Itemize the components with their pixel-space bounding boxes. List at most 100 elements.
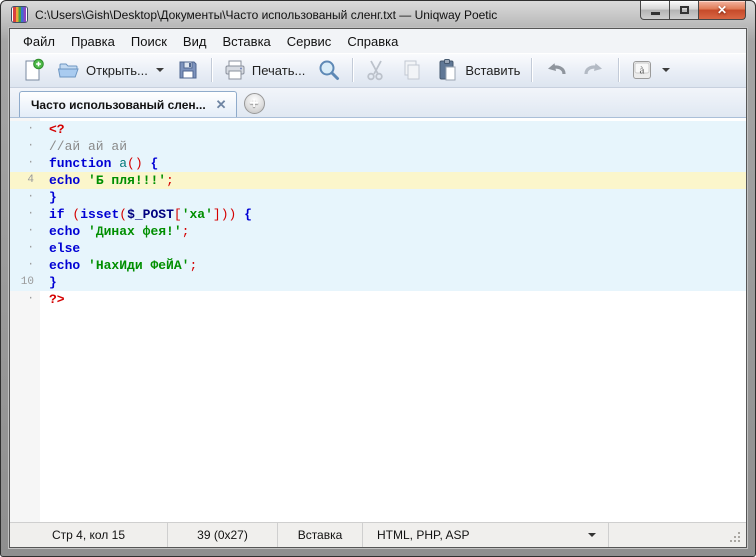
code-line-1[interactable]: ·<? — [10, 121, 746, 138]
code-line-4[interactable]: 4echo 'Б пля!!!'; — [10, 172, 746, 189]
menu-item-2[interactable]: Правка — [63, 31, 123, 52]
char-encoding-button[interactable]: à — [625, 55, 675, 85]
code-text: echo 'Динах фея!'; — [40, 223, 189, 240]
gutter-marker: · — [10, 189, 40, 206]
code-line-9[interactable]: ·echo 'НахИди ФеЙА'; — [10, 257, 746, 274]
gutter-marker: · — [10, 138, 40, 155]
redo-button[interactable] — [576, 55, 612, 85]
cut-button[interactable] — [359, 55, 393, 85]
minimize-icon — [651, 12, 660, 15]
tab-close-icon[interactable]: ✕ — [216, 98, 227, 111]
open-button-label: Открыть... — [86, 63, 148, 78]
code-line-2[interactable]: ·//ай ай ай — [10, 138, 746, 155]
code-text: ?> — [40, 291, 65, 308]
code-text: } — [40, 189, 57, 206]
code-line-5[interactable]: ·} — [10, 189, 746, 206]
syntax-dropdown-arrow-icon — [588, 533, 596, 537]
toolbar: Открыть... Печать... Вс — [10, 53, 746, 88]
code-line-6[interactable]: ·if (isset($_POST['ха'])) { — [10, 206, 746, 223]
status-syntax-label: HTML, PHP, ASP — [377, 528, 469, 542]
code-area: ·<?·//ай ай ай·function a() {4echo 'Б пл… — [10, 121, 746, 308]
menu-item-6[interactable]: Сервис — [279, 31, 340, 52]
char-encoding-dropdown-arrow-icon — [662, 68, 670, 72]
search-button[interactable] — [312, 55, 346, 85]
open-dropdown-arrow-icon — [156, 68, 164, 72]
gutter-marker: · — [10, 240, 40, 257]
status-char-code: 39 (0x27) — [168, 523, 278, 547]
tab-document[interactable]: Часто использованый слен... ✕ — [19, 91, 237, 117]
print-button-label: Печать... — [252, 63, 305, 78]
close-icon: ✕ — [717, 4, 727, 16]
code-line-11[interactable]: ·?> — [10, 291, 746, 308]
close-button[interactable]: ✕ — [698, 1, 746, 20]
toolbar-separator — [211, 58, 212, 82]
paste-button[interactable]: Вставить — [431, 55, 525, 85]
code-text: echo 'НахИди ФеЙА'; — [40, 257, 197, 274]
code-line-7[interactable]: ·echo 'Динах фея!'; — [10, 223, 746, 240]
new-document-button[interactable] — [16, 55, 50, 85]
status-syntax-selector[interactable]: HTML, PHP, ASP — [363, 523, 609, 547]
gutter-marker: · — [10, 291, 40, 308]
code-text: } — [40, 274, 57, 291]
window-content: ФайлПравкаПоискВидВставкаСервисСправка О… — [9, 28, 747, 548]
redo-icon — [581, 58, 607, 82]
maximize-icon — [680, 6, 689, 14]
code-text: if (isset($_POST['ха'])) { — [40, 206, 252, 223]
copy-button[interactable] — [395, 55, 429, 85]
tab-label: Часто использованый слен... — [31, 98, 206, 112]
print-button[interactable]: Печать... — [218, 55, 310, 85]
window-controls: ✕ — [640, 1, 746, 20]
svg-text:à: à — [640, 65, 645, 77]
menu-item-1[interactable]: Файл — [15, 31, 63, 52]
menu-item-3[interactable]: Поиск — [123, 31, 175, 52]
paste-button-label: Вставить — [465, 63, 520, 78]
menu-item-4[interactable]: Вид — [175, 31, 215, 52]
window-title: C:\Users\Gish\Desktop\Документы\Часто ис… — [35, 8, 497, 22]
gutter-marker: · — [10, 257, 40, 274]
toolbar-separator — [531, 58, 532, 82]
new-tab-button[interactable]: + — [244, 93, 265, 114]
menu-item-5[interactable]: Вставка — [214, 31, 278, 52]
maximize-button[interactable] — [670, 1, 698, 20]
undo-icon — [543, 58, 569, 82]
save-button[interactable] — [171, 55, 205, 85]
code-text: function a() { — [40, 155, 158, 172]
gutter-marker: · — [10, 155, 40, 172]
char-encoding-icon: à — [630, 58, 654, 82]
status-empty-segment — [609, 523, 746, 547]
app-window: C:\Users\Gish\Desktop\Документы\Часто ис… — [0, 0, 756, 557]
save-icon — [176, 58, 200, 82]
toolbar-separator — [618, 58, 619, 82]
minimize-button[interactable] — [640, 1, 670, 20]
gutter-marker: · — [10, 223, 40, 240]
tab-bar: Часто использованый слен... ✕ + — [10, 88, 746, 118]
print-icon — [223, 58, 247, 82]
code-text: echo 'Б пля!!!'; — [40, 172, 174, 189]
gutter-marker: · — [10, 206, 40, 223]
code-text: <? — [40, 121, 65, 138]
copy-icon — [400, 58, 424, 82]
gutter-marker: 10 — [10, 274, 40, 291]
code-line-8[interactable]: ·else — [10, 240, 746, 257]
menu-bar: ФайлПравкаПоискВидВставкаСервисСправка — [10, 29, 746, 53]
code-editor[interactable]: ·<?·//ай ай ай·function a() {4echo 'Б пл… — [10, 118, 746, 522]
undo-button[interactable] — [538, 55, 574, 85]
open-button[interactable]: Открыть... — [52, 55, 169, 85]
code-line-3[interactable]: ·function a() { — [10, 155, 746, 172]
paste-icon — [436, 58, 460, 82]
search-icon — [317, 58, 341, 82]
code-text: else — [40, 240, 80, 257]
open-folder-icon — [57, 58, 81, 82]
new-document-icon — [21, 58, 45, 82]
status-insert-mode: Вставка — [278, 523, 363, 547]
cut-icon — [364, 58, 388, 82]
code-line-10[interactable]: 10} — [10, 274, 746, 291]
status-bar: Стр 4, кол 15 39 (0x27) Вставка HTML, PH… — [10, 522, 746, 547]
app-icon — [11, 6, 28, 23]
resize-grip[interactable] — [730, 540, 732, 542]
gutter-marker: · — [10, 121, 40, 138]
menu-item-7[interactable]: Справка — [339, 31, 406, 52]
status-cursor-position: Стр 4, кол 15 — [10, 523, 168, 547]
toolbar-separator — [352, 58, 353, 82]
gutter-marker: 4 — [10, 172, 40, 189]
